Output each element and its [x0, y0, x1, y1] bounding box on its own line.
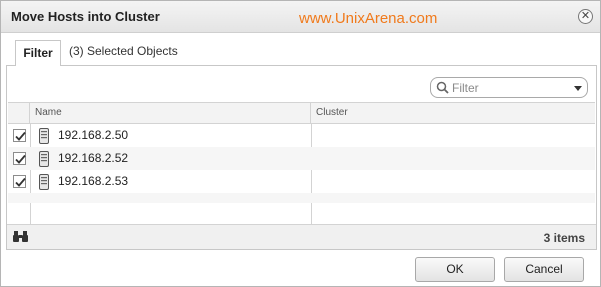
dialog-titlebar: Move Hosts into Cluster www.UnixArena.co… [1, 1, 600, 33]
filter-search-box[interactable] [430, 77, 588, 98]
watermark-text: www.UnixArena.com [299, 10, 438, 27]
tab-selected-objects[interactable]: (3) Selected Objects [69, 44, 178, 58]
table-row-empty [8, 193, 595, 203]
row-checkbox[interactable] [13, 175, 26, 188]
move-hosts-dialog: Move Hosts into Cluster www.UnixArena.co… [0, 0, 601, 287]
item-count: 3 items [543, 231, 585, 245]
checkbox-column-header [8, 103, 30, 124]
column-header-name[interactable]: Name [30, 103, 311, 124]
close-icon[interactable]: ✕ [578, 9, 593, 24]
host-icon [39, 128, 49, 144]
checkmark-icon [15, 177, 26, 187]
filter-input[interactable] [452, 80, 567, 95]
column-header-cluster[interactable]: Cluster [311, 103, 348, 124]
grid-header: Name Cluster [8, 102, 595, 124]
table-row[interactable]: 192.168.2.52 [8, 147, 595, 170]
table-row[interactable]: 192.168.2.50 [8, 124, 595, 147]
checkmark-icon [15, 131, 26, 141]
host-name: 192.168.2.50 [58, 128, 129, 142]
row-checkbox[interactable] [13, 152, 26, 165]
grid-footer: 3 items [7, 224, 596, 249]
binoculars-icon[interactable] [13, 230, 28, 243]
table-row[interactable]: 192.168.2.53 [8, 170, 595, 193]
checkmark-icon [15, 154, 26, 164]
host-icon [39, 151, 49, 167]
hosts-grid: Name Cluster 192.168.2.50 192.168.2.52 1… [8, 102, 595, 224]
tab-filter[interactable]: Filter [15, 40, 61, 66]
chevron-down-icon[interactable] [574, 86, 582, 91]
grid-body: 192.168.2.50 192.168.2.52 192.168.2.53 [8, 124, 595, 224]
filter-panel: Name Cluster 192.168.2.50 [6, 65, 597, 250]
dialog-title: Move Hosts into Cluster [11, 9, 160, 24]
search-icon [436, 81, 449, 94]
row-checkbox[interactable] [13, 129, 26, 142]
host-name: 192.168.2.52 [58, 151, 129, 165]
cancel-button[interactable]: Cancel [504, 257, 584, 282]
host-name: 192.168.2.53 [58, 174, 129, 188]
ok-button[interactable]: OK [415, 257, 495, 282]
host-icon [39, 174, 49, 190]
